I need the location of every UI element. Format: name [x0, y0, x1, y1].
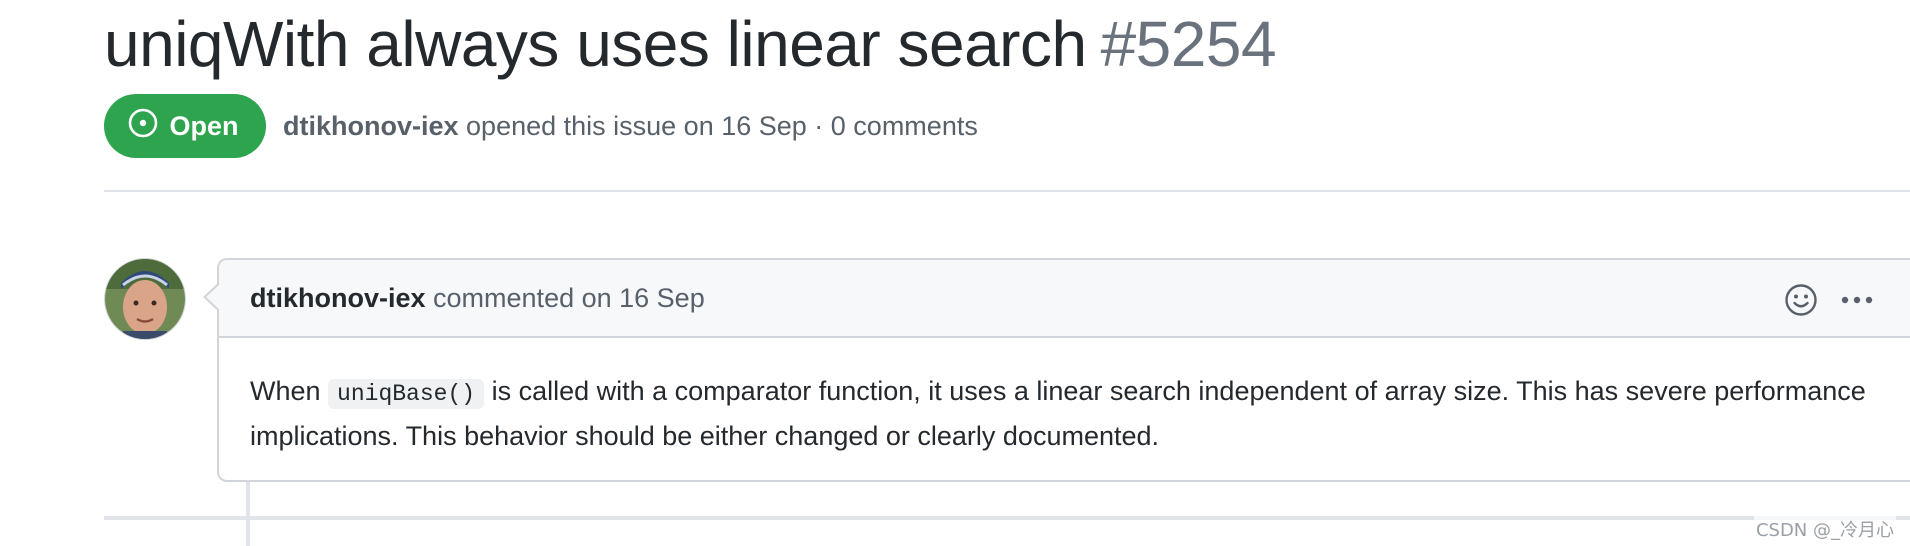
comment-text-before: When: [250, 376, 329, 406]
comment-box: dtikhonov-iex commented on 16 Sep When u…: [203, 258, 1910, 482]
issue-meta-text: opened this issue on 16 Sep · 0 comments: [466, 111, 978, 141]
add-reaction-button[interactable]: [1783, 282, 1819, 318]
inline-code: uniqBase(): [328, 379, 485, 409]
timeline-line: [246, 482, 250, 546]
avatar[interactable]: [104, 258, 186, 340]
kebab-horizontal-icon: [1841, 296, 1873, 304]
issue-opened-icon: [127, 107, 159, 146]
comment-timestamp[interactable]: commented on 16 Sep: [433, 283, 705, 313]
comment-author-link[interactable]: dtikhonov-iex: [250, 283, 426, 313]
comment-header-text: dtikhonov-iex commented on 16 Sep: [250, 280, 705, 316]
issue-author-link[interactable]: dtikhonov-iex: [283, 111, 459, 141]
comment-body: When uniqBase() is called with a compara…: [250, 370, 1890, 457]
smiley-icon: [1785, 284, 1817, 316]
timeline-divider: [104, 516, 1910, 520]
comment-header: dtikhonov-iex commented on 16 Sep: [219, 260, 1910, 338]
comment-text-after: is called with a comparator function, it…: [250, 376, 1866, 451]
issue-title: uniqWith always uses linear search #5254: [104, 6, 1277, 82]
issue-number: #5254: [1100, 8, 1277, 80]
header-divider: [104, 190, 1910, 192]
watermark: CSDN @_冷月心: [1753, 516, 1896, 542]
comment-pointer-fill: [206, 284, 220, 310]
issue-title-text: uniqWith always uses linear search: [104, 8, 1087, 80]
issue-state-badge: Open: [104, 94, 266, 158]
comment-options-button[interactable]: [1837, 282, 1877, 318]
issue-meta: dtikhonov-iex opened this issue on 16 Se…: [283, 108, 978, 144]
issue-state-label: Open: [169, 110, 239, 141]
